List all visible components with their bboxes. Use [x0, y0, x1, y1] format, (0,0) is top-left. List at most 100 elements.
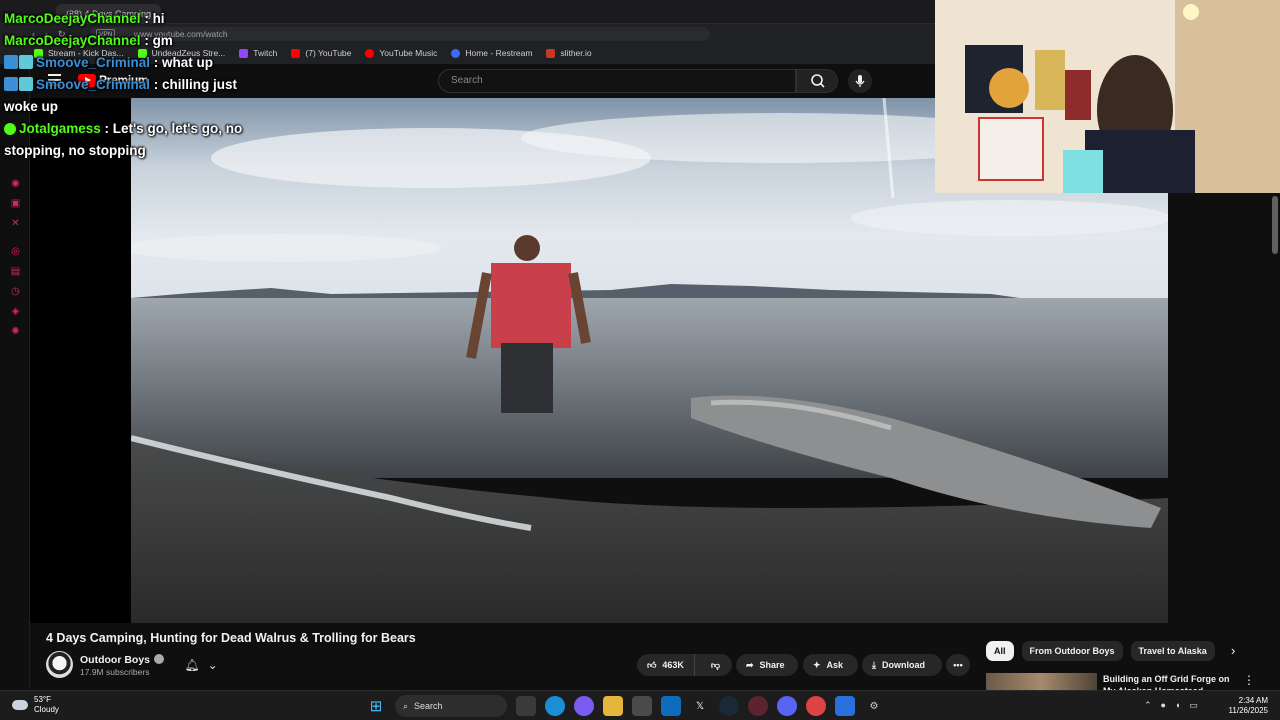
share-button[interactable]: ➦ Share — [736, 654, 798, 676]
chat-text: what up — [162, 55, 214, 70]
speaker-icon[interactable]: ◖ — [1175, 700, 1180, 711]
bookmark-item[interactable]: slither.io — [546, 48, 592, 58]
recommendation-chips: All From Outdoor Boys Travel to Alaska — [986, 641, 1215, 663]
verified-badge-icon — [4, 123, 16, 135]
chip-travel-alaska[interactable]: Travel to Alaska — [1130, 641, 1215, 661]
share-label: Share — [759, 660, 785, 670]
mic-icon — [855, 75, 865, 87]
chat-text: gm — [152, 33, 173, 48]
bookmark-icon — [365, 48, 375, 58]
shield-icon[interactable]: ◈ — [10, 306, 21, 317]
stream-chat-overlay: MarcoDeejayChannel : hi MarcoDeejayChann… — [4, 8, 264, 162]
window-app-icon[interactable] — [835, 696, 855, 716]
chrome-icon[interactable] — [806, 696, 826, 716]
channel-name[interactable]: Outdoor Boys — [80, 654, 164, 666]
taskbar-search[interactable]: ⌕ Search — [395, 695, 507, 717]
bookmark-label: Home - Restream — [465, 48, 533, 58]
kick-badge-icon — [4, 55, 18, 69]
discord-icon[interactable] — [777, 696, 797, 716]
file-explorer-icon[interactable] — [603, 696, 623, 716]
windows-start-icon[interactable]: ⊞ — [366, 696, 386, 716]
obs-icon[interactable] — [748, 696, 768, 716]
bookmark-icon — [451, 48, 461, 58]
page-background — [1168, 193, 1280, 623]
search-icon: ⌕ — [403, 700, 409, 711]
clock-date: 11/26/2025 — [1228, 706, 1268, 715]
bookmark-icon — [546, 48, 556, 58]
windows-taskbar: 53°F Cloudy ⊞ ⌕ Search 𝕏 ⚙ ⌃ ● ◖ ▭ 2:34 … — [0, 690, 1280, 720]
record-icon[interactable]: ◉ — [10, 178, 21, 189]
chat-username: Jotalgamess — [19, 121, 101, 136]
search-input[interactable]: Search — [438, 69, 796, 93]
more-vertical-icon[interactable]: ⋮ — [1243, 673, 1255, 687]
settings-gear-icon[interactable]: ⚙ — [864, 696, 884, 716]
recommendation-thumbnail[interactable] — [986, 673, 1097, 690]
chat-message: MarcoDeejayChannel : gm — [4, 33, 173, 48]
bookmark-label: slither.io — [560, 48, 592, 58]
taskbar-apps: ⊞ ⌕ Search 𝕏 ⚙ — [366, 695, 884, 717]
chat-username: MarcoDeejayChannel — [4, 33, 141, 48]
weather-condition: Cloudy — [34, 705, 59, 714]
thumbs-down-icon: 👎︎ — [710, 659, 721, 670]
chip-from-channel[interactable]: From Outdoor Boys — [1021, 641, 1123, 661]
cloud-icon — [12, 700, 28, 710]
edge-icon[interactable] — [545, 696, 565, 716]
bell-icon: 🔔︎ — [184, 658, 200, 672]
player-letterbox — [30, 98, 131, 623]
store-icon[interactable] — [632, 696, 652, 716]
chat-message: Smoove_Criminal : chilling just woke up — [4, 77, 238, 114]
channel-avatar[interactable] — [46, 651, 73, 678]
x-app-icon[interactable]: 𝕏 — [690, 696, 710, 716]
taskbar-search-label: Search — [414, 701, 443, 711]
download-label: Download — [881, 660, 925, 670]
search-icon — [811, 74, 825, 88]
bookmark-icon — [291, 48, 301, 58]
chat-badges — [4, 55, 33, 69]
chat-message: Jotalgamess : Let's go, let's go, no sto… — [4, 121, 243, 158]
video-title: 4 Days Camping, Hunting for Dead Walrus … — [46, 631, 416, 645]
chip-all[interactable]: All — [986, 641, 1014, 661]
bookmark-item[interactable]: YouTube Music — [365, 48, 437, 58]
grid-badge-icon — [19, 55, 33, 69]
network-icon[interactable]: ▭ — [1189, 700, 1198, 711]
chat-badges — [4, 77, 33, 91]
chevron-down-icon: ⌄ — [207, 658, 218, 672]
more-actions-button[interactable]: ••• — [946, 654, 970, 676]
temperature: 53°F — [34, 695, 51, 704]
outlook-icon[interactable] — [661, 696, 681, 716]
webcam-feed — [935, 0, 1280, 193]
like-button[interactable]: 👍︎ 463K — [637, 654, 695, 676]
subscription-bell-button[interactable]: 🔔︎ ⌄ — [176, 654, 226, 676]
history-icon[interactable]: ◷ — [10, 286, 21, 297]
voice-search-button[interactable] — [848, 69, 872, 93]
chat-username: MarcoDeejayChannel — [4, 11, 141, 26]
ask-button[interactable]: ✦ Ask — [803, 654, 858, 676]
download-icon: ⤓ — [872, 659, 876, 670]
chevron-right-icon[interactable]: › — [1231, 643, 1235, 658]
chat-text: hi — [152, 11, 165, 26]
task-view-icon[interactable] — [516, 696, 536, 716]
search-button[interactable] — [796, 69, 838, 93]
taskbar-clock[interactable]: 2:34 AM 11/26/2025 — [1222, 696, 1268, 716]
chevron-up-icon[interactable]: ⌃ — [1144, 700, 1152, 711]
copilot-icon[interactable] — [574, 696, 594, 716]
mic-tray-icon[interactable]: ● — [1161, 700, 1166, 711]
like-count: 463K — [662, 660, 684, 670]
steam-icon[interactable] — [719, 696, 739, 716]
verified-icon — [154, 654, 164, 664]
weather-widget[interactable]: 53°F Cloudy — [12, 695, 59, 715]
twitch-icon[interactable]: ▣ — [10, 198, 21, 209]
clock-time: 2:34 AM — [1238, 696, 1268, 705]
more-horizontal-icon: ••• — [953, 660, 963, 670]
settings-icon[interactable]: ✺ — [10, 326, 21, 337]
page-scrollbar[interactable] — [1272, 196, 1278, 254]
stream-icon[interactable]: ◎ — [10, 246, 21, 257]
camera-icon[interactable]: ▤ — [10, 266, 21, 277]
dislike-button[interactable]: 👎︎ — [701, 660, 730, 671]
webcam-overlay — [935, 0, 1280, 193]
x-icon[interactable]: ✕ — [10, 218, 21, 229]
recommendation-title[interactable]: Building an Off Grid Forge on My Alaskan… — [1103, 673, 1233, 690]
bookmark-item[interactable]: Home - Restream — [451, 48, 532, 58]
download-button[interactable]: ⤓ Download — [862, 654, 942, 676]
bookmark-item[interactable]: (7) YouTube — [291, 48, 351, 58]
